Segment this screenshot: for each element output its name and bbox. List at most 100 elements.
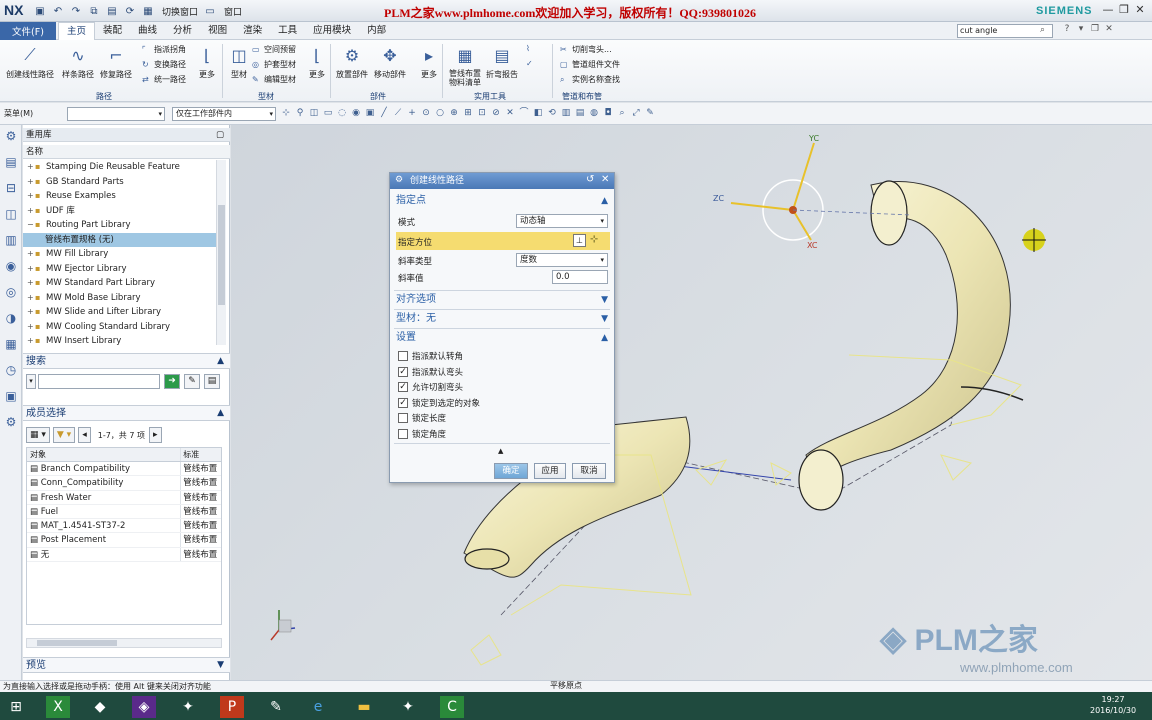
settings-checkbox[interactable]: ✓ 允许切割弯头 xyxy=(398,381,463,393)
library-tree-item[interactable]: + ▪ MW Insert Library xyxy=(23,334,219,349)
csys-dialog-icon[interactable]: ⊥ xyxy=(573,234,586,247)
tab-analysis[interactable]: 分析 xyxy=(165,22,200,40)
endpoint-icon[interactable]: ⊡ xyxy=(476,107,488,119)
powerpoint-icon[interactable]: P xyxy=(220,696,244,718)
instance-name-find-button[interactable]: ⌕ 实例名称查找 xyxy=(560,74,620,85)
bend-report-button[interactable]: ▤ 折弯报告 xyxy=(486,44,518,80)
library-search-input[interactable] xyxy=(38,374,160,389)
section-settings[interactable]: 设置 ▲ xyxy=(396,331,610,345)
repair-path-button[interactable]: ⌐ 修复路径 xyxy=(100,44,132,80)
library-tree-item[interactable]: + ▪ MW Fill Library xyxy=(23,247,219,262)
view-mode-dropdown[interactable]: ▦ ▾ xyxy=(26,427,50,443)
part-navigator-icon[interactable]: ◫ xyxy=(0,207,22,229)
process-studio-icon[interactable]: ⚙ xyxy=(0,415,22,437)
expand-icon[interactable]: + xyxy=(27,276,35,291)
library-tree-item[interactable]: + ▪ UDF 库 xyxy=(23,204,219,219)
assembly-navigator-icon[interactable]: ▤ xyxy=(0,155,22,177)
tab-view[interactable]: 视图 xyxy=(200,22,235,40)
apply-button[interactable]: 应用 xyxy=(534,463,566,479)
expand-icon[interactable]: − xyxy=(27,218,35,233)
preview-section-header[interactable]: 预览 ▼ xyxy=(23,657,230,673)
scroll-thumb[interactable] xyxy=(218,205,225,305)
part-more-button[interactable]: ▸ 更多 xyxy=(418,44,440,80)
section-alignment[interactable]: 对齐选项 ▼ xyxy=(396,293,610,307)
clear-search-icon[interactable]: ✎ xyxy=(184,374,200,389)
minimize-button[interactable]: — xyxy=(1100,3,1116,16)
sheath-stock-button[interactable]: ◎ 护套型材 xyxy=(252,59,296,70)
render-icon[interactable]: ◍ xyxy=(588,107,600,119)
model-drawing[interactable]: YC ZC XC xyxy=(231,125,1152,680)
expand-icon[interactable]: + xyxy=(27,247,35,262)
close-button[interactable]: ✕ xyxy=(1132,3,1148,16)
unify-path-button[interactable]: ⇄ 统一路径 xyxy=(142,74,186,85)
history-icon[interactable]: ◑ xyxy=(0,311,22,333)
camtasia-icon[interactable]: C xyxy=(440,696,464,718)
window-switch-icon[interactable]: ▦ xyxy=(140,3,156,19)
snap-icon[interactable]: ⊹ xyxy=(280,107,292,119)
circle-icon[interactable]: ○ xyxy=(434,107,446,119)
reuse-library-icon[interactable]: ▥ xyxy=(0,233,22,255)
expand-icon[interactable]: + xyxy=(27,160,35,175)
settings-checkbox[interactable]: 锁定长度 xyxy=(398,412,446,424)
ok-button[interactable]: 确定 xyxy=(494,463,528,479)
excel-icon[interactable]: X xyxy=(46,696,70,718)
target-icon[interactable]: ⊕ xyxy=(448,107,460,119)
library-tree-item[interactable]: + ▪ MW Ejector Library xyxy=(23,262,219,277)
grid-icon[interactable]: ⊞ xyxy=(462,107,474,119)
spline-path-button[interactable]: ∿ 样条路径 xyxy=(62,44,94,80)
expand-icon[interactable]: + xyxy=(27,305,35,320)
expand-icon[interactable]: + xyxy=(27,189,35,204)
sketch-icon[interactable]: ✎ xyxy=(644,107,656,119)
file-menu-button[interactable]: 文件(F) xyxy=(0,22,56,40)
graphics-viewport[interactable]: YC ZC XC xyxy=(231,125,1152,680)
move-part-button[interactable]: ✥ 移动部件 xyxy=(374,44,406,80)
assign-corner-button[interactable]: ⌜ 指派拐角 xyxy=(142,44,186,55)
paste-icon[interactable]: ▤ xyxy=(104,3,120,19)
system-materials-icon[interactable]: ▦ xyxy=(0,337,22,359)
create-linear-path-button[interactable]: ⟋ 创建线性路径 xyxy=(6,44,54,80)
member-row[interactable]: ▤ Fuel 管线布置 xyxy=(27,504,221,520)
tab-render[interactable]: 渲染 xyxy=(235,22,270,40)
direction-cone[interactable] xyxy=(470,634,502,666)
library-tree-item[interactable]: + ▪ Stamping Die Reusable Feature xyxy=(23,160,219,175)
maximize-button[interactable]: ❐ xyxy=(1116,3,1132,16)
line-icon[interactable]: ╱ xyxy=(378,107,390,119)
folder-icon[interactable]: ▬ xyxy=(352,696,376,718)
stock-button[interactable]: ◫ 型材 xyxy=(228,44,250,80)
checkbox-checked-icon[interactable]: ✓ xyxy=(398,397,408,408)
box-select-icon[interactable]: ▭ xyxy=(322,107,334,119)
display-icon[interactable]: ▥ xyxy=(560,107,572,119)
member-row[interactable]: ▤ MAT_1.4541-ST37-2 管线布置 xyxy=(27,519,221,534)
pipe-component-file-button[interactable]: ▢ 管道组件文件 xyxy=(560,59,620,70)
repeat-icon[interactable]: ⟳ xyxy=(122,3,138,19)
type-filter-combo[interactable]: ▾ xyxy=(67,107,165,121)
copy-icon[interactable]: ⧉ xyxy=(86,3,102,19)
checkbox-checked-icon[interactable]: ✓ xyxy=(398,382,408,392)
expand-icon[interactable]: + xyxy=(27,175,35,190)
slope-value-input[interactable]: 0.0 xyxy=(552,270,608,284)
member-row[interactable]: ▤ 无管线布置 xyxy=(27,547,221,563)
tab-assembly[interactable]: 装配 xyxy=(95,22,130,40)
checkbox-empty-icon[interactable] xyxy=(398,351,408,361)
search-results-icon[interactable]: ▤ xyxy=(204,374,220,389)
window-icon[interactable]: ▭ xyxy=(202,3,218,19)
library-tree-item[interactable]: − ▪ Routing Part Library xyxy=(23,218,219,233)
help-icon[interactable]: ? xyxy=(1060,24,1074,34)
settings-checkbox[interactable]: 指派默认转角 xyxy=(398,350,463,362)
zoom-icon[interactable]: ⌕ xyxy=(616,107,628,119)
nx-icon[interactable]: ✦ xyxy=(176,696,200,718)
object-column-header[interactable]: 对象 xyxy=(27,448,182,461)
horizontal-scrollbar[interactable] xyxy=(26,638,222,648)
filter-icon[interactable]: ⚲ xyxy=(294,107,306,119)
member-row[interactable]: ▤ Post Placement 管线布置 xyxy=(27,533,221,548)
tab-curve[interactable]: 曲线 xyxy=(130,22,165,40)
tab-tools[interactable]: 工具 xyxy=(270,22,305,40)
expand-icon[interactable]: + xyxy=(27,262,35,277)
tab-home[interactable]: 主页 xyxy=(58,22,96,40)
redo-icon[interactable]: ↷ xyxy=(68,3,84,19)
name-column-header[interactable]: 名称 xyxy=(23,145,230,159)
library-tree-item[interactable]: + ▪ MW Cooling Standard Library xyxy=(23,320,219,335)
app-icon[interactable]: ◆ xyxy=(88,696,112,718)
close-doc-icon[interactable]: ✕ xyxy=(1102,24,1116,34)
cut-elbow-button[interactable]: ✂ 切削弯头... xyxy=(560,44,612,55)
